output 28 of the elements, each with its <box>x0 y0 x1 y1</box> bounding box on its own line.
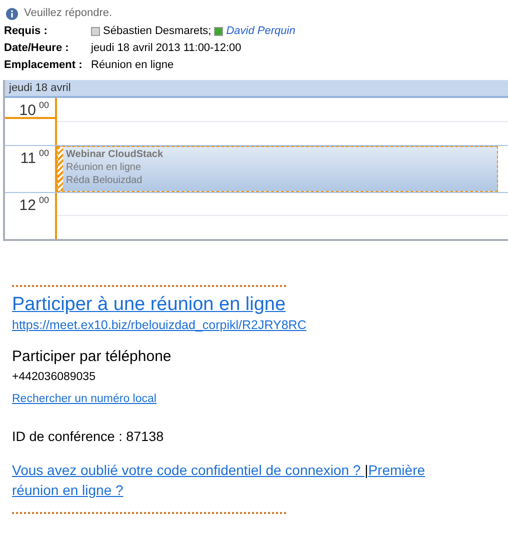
local-number-link[interactable]: Rechercher un numéro local <box>12 391 156 407</box>
field-value: Réunion en ligne <box>91 58 174 74</box>
hour-label: 12 <box>19 198 36 216</box>
hour-label: 10 <box>19 103 36 121</box>
help-links-text[interactable]: Vous avez oublié votre code confidentiel de connexion ? |Première réunion en ligne ? <box>12 460 472 500</box>
conference-id: ID de conférence : 87138 <box>12 428 165 446</box>
minute-label: 00 <box>38 196 49 207</box>
event-organizer: Réda Belouizdad <box>66 174 144 187</box>
hour-label: 11 <box>20 151 36 169</box>
hatched-strip <box>58 147 63 191</box>
event-title: Webinar CloudStack <box>66 148 164 161</box>
minute-label: 00 <box>38 101 49 112</box>
phone-heading: Participer par téléphone <box>12 347 172 367</box>
field-value: jeudi 18 avril 2013 11:00-12:00 <box>91 41 242 56</box>
info-icon <box>6 8 18 20</box>
attendee-link[interactable]: David Perquin <box>226 23 296 40</box>
event-block[interactable]: Webinar CloudStack Réunion en ligne Réda Belouizdad <box>57 146 498 192</box>
day-header: jeudi 18 avril <box>5 80 508 98</box>
attendee-name: Sébastien Desmarets; <box>103 24 212 40</box>
info-message: Veuillez répondre. <box>24 6 112 22</box>
field-label: Date/Heure : <box>4 41 70 56</box>
phone-number: +442036089035 <box>12 370 96 385</box>
event-location: Réunion en ligne <box>66 161 142 174</box>
join-meeting-link[interactable]: Participer à une réunion en ligne <box>12 293 508 317</box>
meeting-url-link[interactable]: https://meet.ex10.biz/rbelouizdad_corpikl/R2JRY8RC <box>12 317 508 334</box>
minute-label: 00 <box>38 149 49 160</box>
field-label: Requis : <box>4 24 48 40</box>
field-label: Emplacement : <box>4 58 84 74</box>
